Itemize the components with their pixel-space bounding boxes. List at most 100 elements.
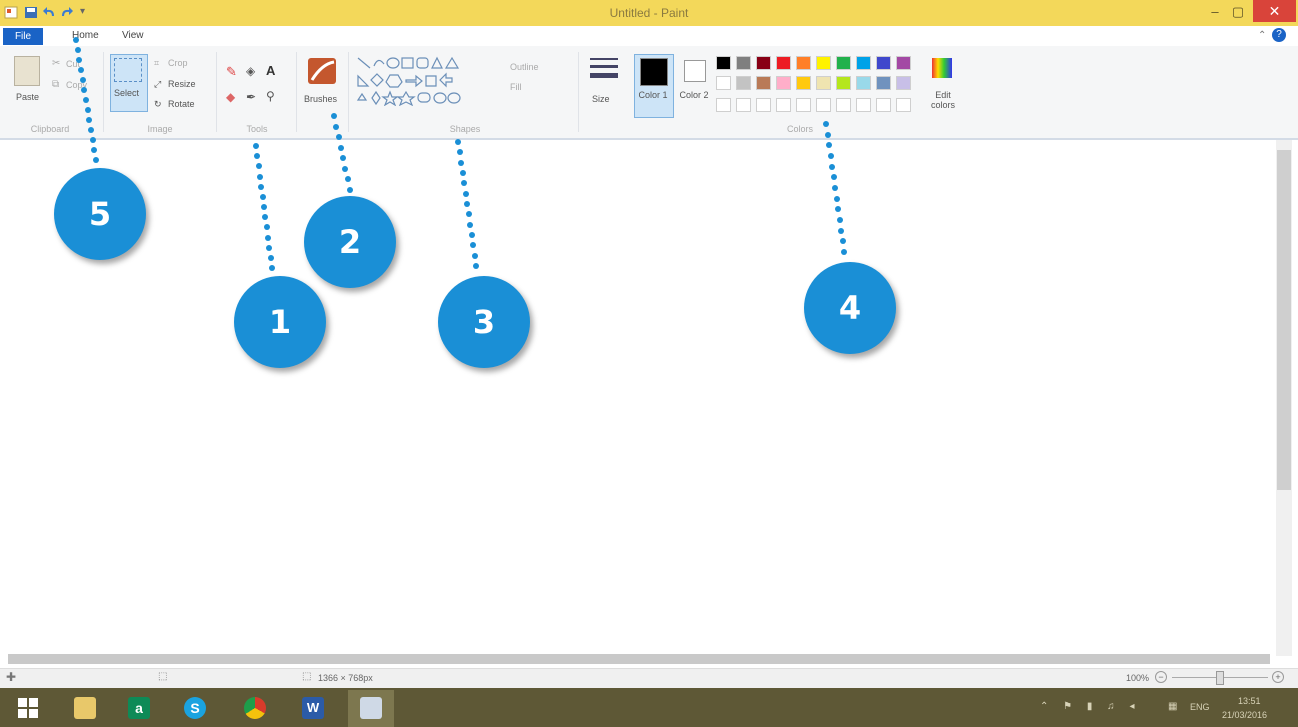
action-center-icon[interactable]: ▦ [1168, 701, 1177, 712]
palette-swatch[interactable] [816, 76, 831, 90]
palette-swatch[interactable] [876, 76, 891, 90]
maximize-button[interactable]: ▢ [1228, 2, 1248, 22]
magnifier-icon[interactable]: ⚲ [266, 89, 275, 103]
palette-swatch[interactable] [716, 56, 731, 70]
help-icon[interactable]: ? [1272, 28, 1286, 42]
paint-taskbar-icon[interactable] [360, 697, 382, 719]
zoom-slider-thumb[interactable] [1216, 671, 1224, 685]
edit-colors-button[interactable]: Edit colors [924, 90, 962, 110]
color-picker-icon[interactable]: ✒ [246, 90, 256, 104]
palette-swatch[interactable] [856, 76, 871, 90]
rotate-icon[interactable]: ↻ [154, 99, 162, 110]
rotate-button[interactable]: Rotate [168, 99, 195, 109]
window-title: Untitled - Paint [609, 6, 689, 20]
horizontal-scrollbar[interactable] [8, 654, 1270, 664]
palette-swatch[interactable] [876, 56, 891, 70]
copy-icon[interactable]: ⧉ [52, 79, 59, 90]
custom-color-slot[interactable] [876, 98, 891, 112]
outline-button[interactable]: Outline [510, 62, 539, 72]
ribbon-divider [216, 52, 217, 132]
brushes-icon[interactable] [306, 54, 340, 93]
crop-icon[interactable]: ⌗ [154, 58, 159, 69]
palette-swatch[interactable] [836, 56, 851, 70]
palette-swatch[interactable] [816, 56, 831, 70]
size-icon[interactable] [590, 56, 620, 87]
cursor-position-icon: ✚ [6, 670, 17, 684]
color2-button[interactable]: Color 2 [678, 90, 710, 100]
pencil-icon[interactable]: ✎ [226, 64, 237, 80]
resize-icon[interactable]: ⤢ [154, 79, 161, 90]
file-explorer-icon[interactable] [74, 697, 96, 719]
custom-color-slot[interactable] [856, 98, 871, 112]
tab-view[interactable]: View [122, 30, 144, 41]
color1-swatch[interactable] [640, 58, 668, 86]
cut-icon[interactable]: ✂ [52, 58, 60, 69]
word-icon[interactable]: W [302, 697, 324, 719]
shapes-gallery[interactable] [356, 56, 506, 111]
eraser-icon[interactable]: ◆ [226, 90, 235, 104]
fill-bucket-icon[interactable]: ◈ [246, 64, 255, 78]
size-button[interactable]: Size [592, 94, 610, 104]
cut-button[interactable]: Cut [66, 59, 80, 69]
colors-group-label: Colors [786, 124, 813, 134]
custom-color-slot[interactable] [796, 98, 811, 112]
custom-color-slot[interactable] [836, 98, 851, 112]
palette-swatch[interactable] [776, 56, 791, 70]
color1-button[interactable]: Color 1 [636, 90, 670, 100]
callout-2: 2 [304, 196, 396, 288]
palette-swatch[interactable] [756, 76, 771, 90]
palette-swatch[interactable] [716, 76, 731, 90]
palette-swatch[interactable] [796, 56, 811, 70]
minimize-button[interactable]: – [1205, 2, 1225, 22]
ribbon-divider [103, 52, 104, 132]
close-button[interactable]: ✕ [1253, 0, 1296, 22]
custom-color-slot[interactable] [776, 98, 791, 112]
chrome-icon[interactable] [244, 697, 266, 719]
palette-swatch[interactable] [896, 76, 911, 90]
copy-button[interactable]: Copy [66, 80, 87, 90]
tab-file[interactable]: File [3, 28, 43, 45]
palette-swatch[interactable] [796, 76, 811, 90]
clock-time[interactable]: 13:51 [1238, 696, 1261, 706]
edit-colors-icon[interactable] [930, 56, 954, 85]
custom-color-slot[interactable] [716, 98, 731, 112]
resize-button[interactable]: Resize [168, 79, 196, 89]
paste-button[interactable]: Paste [16, 92, 39, 102]
palette-swatch[interactable] [756, 56, 771, 70]
minimize-ribbon-icon[interactable]: ⌃ [1258, 30, 1266, 41]
language-indicator[interactable]: ENG [1190, 702, 1210, 712]
crop-button[interactable]: Crop [168, 58, 188, 68]
custom-color-slot[interactable] [816, 98, 831, 112]
color-palette[interactable] [716, 56, 926, 120]
select-icon[interactable] [114, 58, 142, 82]
color2-swatch[interactable] [684, 60, 706, 82]
drawing-canvas[interactable] [0, 140, 1298, 658]
palette-swatch[interactable] [856, 56, 871, 70]
clock-date[interactable]: 21/03/2016 [1222, 710, 1267, 720]
skype-icon[interactable]: S [184, 697, 206, 719]
select-button[interactable]: Select [114, 88, 139, 98]
clipboard-group-label: Clipboard [30, 124, 70, 134]
zoom-in-button[interactable]: + [1272, 671, 1284, 683]
windows-start-icon[interactable] [18, 698, 38, 723]
system-tray-icons[interactable]: ⌃ ⚑ ▮ ♫ ◂ [1040, 701, 1140, 712]
custom-color-slot[interactable] [756, 98, 771, 112]
palette-swatch[interactable] [736, 56, 751, 70]
image-group-label: Image [147, 124, 173, 134]
palette-swatch[interactable] [736, 76, 751, 90]
palette-swatch[interactable] [776, 76, 791, 90]
zoom-out-button[interactable]: − [1155, 671, 1167, 683]
custom-color-slot[interactable] [736, 98, 751, 112]
paste-icon[interactable] [14, 56, 40, 86]
canvas-size-label: 1366 × 768px [318, 673, 373, 683]
custom-color-slot[interactable] [896, 98, 911, 112]
vertical-scroll-thumb[interactable] [1277, 150, 1291, 490]
tab-home[interactable]: Home [72, 30, 99, 41]
palette-swatch[interactable] [896, 56, 911, 70]
fill-button[interactable]: Fill [510, 82, 522, 92]
store-icon[interactable]: a [128, 697, 150, 719]
shapes-group-label: Shapes [449, 124, 481, 134]
brushes-button[interactable]: Brushes [304, 94, 337, 104]
text-icon[interactable]: A [266, 63, 275, 78]
palette-swatch[interactable] [836, 76, 851, 90]
